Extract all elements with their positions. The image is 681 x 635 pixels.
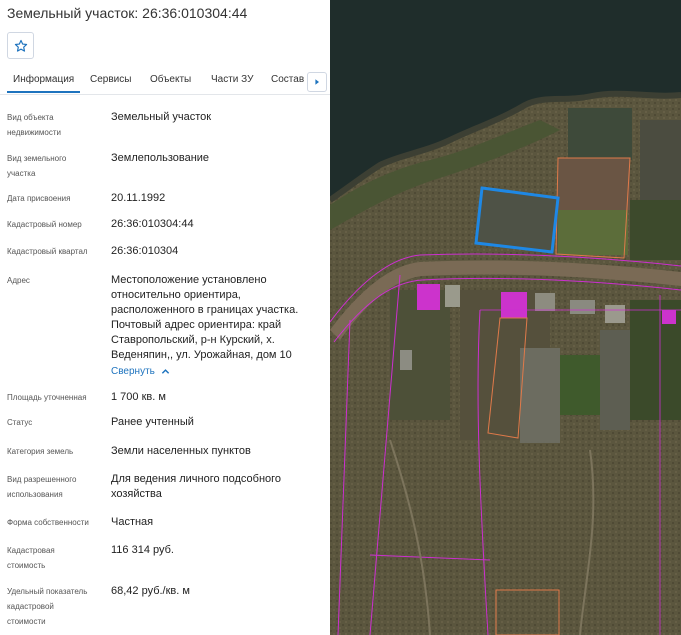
field-value: 26:36:010304:44: [111, 218, 194, 230]
tab-parcel-parts[interactable]: Части ЗУ: [211, 74, 253, 85]
tab-composition[interactable]: Состав: [271, 74, 304, 85]
field-label: Статус: [7, 418, 33, 427]
building: [445, 285, 460, 307]
field-value: Для ведения личного подсобного хозяйства: [111, 472, 323, 502]
address-line: Почтовый адрес ориентира: край: [111, 319, 282, 331]
field-label: Удельный показатель кадастровой стоимост…: [7, 584, 107, 629]
field-plot: [558, 158, 630, 210]
field-label: Кадастровая стоимость: [7, 543, 107, 573]
field-value: Земли населенных пунктов: [111, 445, 251, 457]
map-view[interactable]: [330, 0, 681, 635]
field-plot: [640, 120, 681, 200]
favorite-button[interactable]: [7, 32, 34, 59]
building: [605, 305, 625, 323]
tabs-next-button[interactable]: [307, 72, 327, 92]
field-label-line: Кадастровая: [7, 546, 55, 555]
field-plot: [560, 355, 600, 415]
chevron-up-icon: [161, 368, 169, 374]
field-value-line: хозяйства: [111, 488, 162, 500]
tab-info[interactable]: Информация: [6, 74, 81, 93]
field-plot: [568, 108, 632, 160]
field-plot: [600, 330, 630, 430]
chevron-right-icon: [315, 79, 319, 85]
field-value: Ранее учтенный: [111, 416, 194, 428]
field-value: Местоположение установлено относительно …: [111, 273, 323, 363]
address-line: относительно ориентира,: [111, 289, 241, 301]
field-label: Площадь уточненная: [7, 393, 87, 402]
field-value: 20.11.1992: [111, 192, 166, 204]
star-icon: [14, 39, 27, 52]
field-value: 68,42 руб./кв. м: [111, 585, 190, 597]
building: [400, 350, 412, 370]
address-line: расположенного в границах участка.: [111, 304, 299, 316]
field-value: Землепользование: [111, 152, 210, 164]
address-line: Ставропольский, р-н Курский, х.: [111, 334, 275, 346]
field-plot: [558, 210, 628, 255]
tree-cluster: [630, 200, 681, 260]
field-label: Адрес: [7, 276, 30, 285]
building: [535, 293, 555, 311]
address-line: Веденяпин,, ул. Урожайная, дом 10: [111, 349, 292, 361]
building: [570, 300, 595, 314]
field-value-line: Для ведения личного подсобного: [111, 473, 282, 485]
field-label: Дата присвоения: [7, 194, 71, 203]
field-label-line: Вид разрешенного: [7, 475, 77, 484]
field-label: Форма собственности: [7, 518, 89, 527]
field-label-line: стоимость: [7, 561, 46, 570]
field-label-line: использования: [7, 490, 63, 499]
satellite-map[interactable]: [330, 0, 681, 635]
page-title: Земельный участок: 26:36:010304:44: [7, 5, 248, 21]
collapse-label: Свернуть: [111, 366, 155, 377]
tab-bar: Информация Сервисы Объекты Части ЗУ Сост…: [0, 67, 330, 95]
address-line: Местоположение установлено: [111, 274, 267, 286]
field-label: Категория земель: [7, 447, 74, 456]
building: [662, 310, 676, 324]
field-label-line: Удельный показатель: [7, 587, 88, 596]
field-label: Кадастровый номер: [7, 220, 82, 229]
field-value: Частная: [111, 516, 154, 528]
field-value: 116 314 руб.: [111, 544, 174, 556]
field-value: 26:36:010304: [111, 245, 179, 257]
field-plot: [520, 348, 560, 443]
field-label: Вид земельного участка: [7, 154, 67, 178]
tab-objects[interactable]: Объекты: [150, 74, 191, 85]
field-label-line: кадастровой: [7, 602, 54, 611]
field-label: Вид объекта недвижимости: [7, 113, 61, 137]
field-value: Земельный участок: [111, 111, 212, 123]
field-value: 1 700 кв. м: [111, 391, 166, 403]
building: [417, 284, 440, 310]
field-label: Кадастровый квартал: [7, 247, 88, 256]
collapse-link[interactable]: Свернуть: [111, 366, 170, 377]
field-label-line: стоимости: [7, 617, 46, 626]
tab-services[interactable]: Сервисы: [90, 74, 131, 85]
selected-parcel[interactable]: [474, 186, 560, 254]
info-panel: Земельный участок: 26:36:010304:44 Инфор…: [0, 0, 330, 635]
field-label: Вид разрешенного использования: [7, 472, 107, 502]
building: [501, 292, 527, 318]
